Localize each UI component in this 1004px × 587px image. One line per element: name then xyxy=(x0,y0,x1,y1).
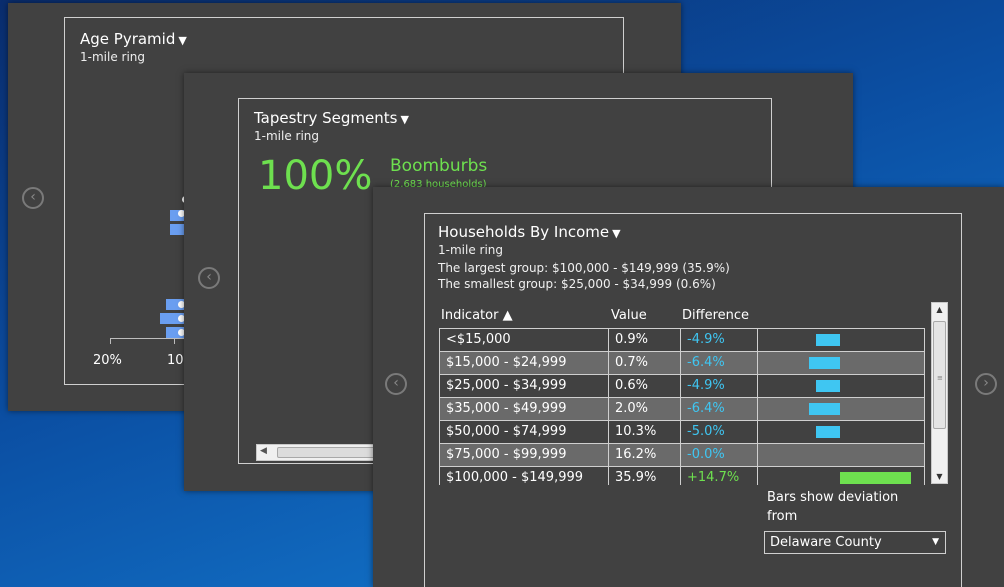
compare-area-select[interactable]: Delaware County ▼ xyxy=(764,531,946,554)
table-row[interactable]: $100,000 - $149,999 35.9% +14.7% xyxy=(440,467,924,485)
segment-name[interactable]: Boomburbs xyxy=(390,156,487,176)
value-cell: 0.7% xyxy=(609,352,681,374)
title-dropdown-icon[interactable]: ▼ xyxy=(400,113,408,126)
table-row[interactable]: $75,000 - $99,999 16.2% -0.0% xyxy=(440,444,924,467)
deviation-cell xyxy=(758,352,924,374)
scroll-down-icon[interactable]: ▼ xyxy=(932,472,947,481)
difference-cell: -5.0% xyxy=(681,421,758,443)
scroll-left-icon[interactable]: ◀ xyxy=(260,446,267,456)
deviation-cell xyxy=(758,421,924,443)
largest-group-note: The largest group: $100,000 - $149,999 (… xyxy=(438,261,730,275)
pyramid-axis-tick xyxy=(174,338,175,344)
tapestry-title[interactable]: Tapestry Segments ▼ xyxy=(254,109,409,127)
table-row[interactable]: $50,000 - $74,999 10.3% -5.0% xyxy=(440,421,924,444)
value-cell: 35.9% xyxy=(609,467,681,485)
age-pyramid-title-text: Age Pyramid xyxy=(80,30,176,48)
deviation-bar xyxy=(816,380,840,392)
deviation-bar xyxy=(816,334,840,346)
title-dropdown-icon[interactable]: ▼ xyxy=(178,34,186,47)
deviation-note: Bars show deviation from xyxy=(767,490,899,524)
difference-cell: -6.4% xyxy=(681,352,758,374)
scrollbar-thumb[interactable] xyxy=(277,447,377,458)
segment-households: (2,683 households) xyxy=(390,179,487,187)
table-row[interactable]: $25,000 - $34,999 0.6% -4.9% xyxy=(440,375,924,398)
indicator-cell: <$15,000 xyxy=(440,329,609,351)
deviation-cell xyxy=(758,398,924,420)
tapestry-title-text: Tapestry Segments xyxy=(254,109,398,127)
chevron-down-icon[interactable]: ▼ xyxy=(932,532,939,553)
deviation-bar xyxy=(809,357,840,369)
previous-arrow-icon[interactable]: ‹ xyxy=(198,267,220,289)
age-pyramid-title[interactable]: Age Pyramid ▼ xyxy=(80,30,187,48)
axis-tick-label: 20% xyxy=(93,353,122,368)
indicator-column-header[interactable]: Indicator ▲ xyxy=(441,308,513,323)
table-body: <$15,000 0.9% -4.9% $15,000 - $24,999 0.7% -6… xyxy=(439,328,925,485)
value-cell: 10.3% xyxy=(609,421,681,443)
income-title[interactable]: Households By Income ▼ xyxy=(438,223,730,241)
deviation-bar xyxy=(816,426,840,438)
horizontal-scrollbar[interactable]: ◀ xyxy=(256,444,377,461)
indicator-cell: $15,000 - $24,999 xyxy=(440,352,609,374)
table-row[interactable]: <$15,000 0.9% -4.9% xyxy=(440,329,924,352)
age-pyramid-subtitle: 1-mile ring xyxy=(80,50,146,64)
deviation-cell xyxy=(758,329,924,351)
table-row[interactable]: $35,000 - $49,999 2.0% -6.4% xyxy=(440,398,924,421)
next-arrow-icon[interactable]: › xyxy=(975,373,997,395)
vertical-scrollbar[interactable]: ▲ ≡ ▼ xyxy=(931,302,948,484)
indicator-cell: $35,000 - $49,999 xyxy=(440,398,609,420)
indicator-cell: $50,000 - $74,999 xyxy=(440,421,609,443)
deviation-bar xyxy=(809,403,840,415)
table-row[interactable]: $15,000 - $24,999 0.7% -6.4% xyxy=(440,352,924,375)
difference-cell: -6.4% xyxy=(681,398,758,420)
grip-icon: ≡ xyxy=(937,374,943,382)
deviation-cell xyxy=(758,444,924,466)
value-column-header[interactable]: Value xyxy=(611,308,647,323)
difference-cell: -4.9% xyxy=(681,375,758,397)
table-header: Indicator ▲ Value Difference xyxy=(439,306,925,326)
tapestry-subtitle: 1-mile ring xyxy=(254,129,320,143)
previous-arrow-icon[interactable]: ‹ xyxy=(385,373,407,395)
indicator-cell: $25,000 - $34,999 xyxy=(440,375,609,397)
difference-column-header[interactable]: Difference xyxy=(682,308,749,323)
value-cell: 0.9% xyxy=(609,329,681,351)
compare-area-value: Delaware County xyxy=(770,535,882,550)
deviation-cell xyxy=(758,375,924,397)
income-table: Indicator ▲ Value Difference <$15,000 0.9… xyxy=(439,306,925,485)
indicator-cell: $100,000 - $149,999 xyxy=(440,467,609,485)
income-title-text: Households By Income xyxy=(438,223,610,241)
scrollbar-thumb[interactable]: ≡ xyxy=(933,321,946,429)
value-cell: 0.6% xyxy=(609,375,681,397)
axis-tick-label: 10 xyxy=(167,353,184,368)
income-subtitle: 1-mile ring xyxy=(438,243,504,257)
value-cell: 16.2% xyxy=(609,444,681,466)
segment-percent: 100% xyxy=(258,153,373,199)
scroll-up-icon[interactable]: ▲ xyxy=(932,305,947,314)
pyramid-axis-tick xyxy=(110,338,111,344)
indicator-cell: $75,000 - $99,999 xyxy=(440,444,609,466)
title-dropdown-icon[interactable]: ▼ xyxy=(612,227,620,240)
income-card: ‹ › Households By Income ▼ 1-mile ring Th… xyxy=(373,187,1004,587)
previous-arrow-icon[interactable]: ‹ xyxy=(22,187,44,209)
difference-cell: -4.9% xyxy=(681,329,758,351)
difference-cell: +14.7% xyxy=(681,467,758,485)
deviation-cell xyxy=(758,467,924,485)
deviation-bar xyxy=(840,472,911,484)
smallest-group-note: The smallest group: $25,000 - $34,999 (0… xyxy=(438,277,716,291)
pyramid-axis xyxy=(110,338,190,339)
difference-cell: -0.0% xyxy=(681,444,758,466)
value-cell: 2.0% xyxy=(609,398,681,420)
income-panel: Households By Income ▼ 1-mile ring The la… xyxy=(424,213,962,587)
